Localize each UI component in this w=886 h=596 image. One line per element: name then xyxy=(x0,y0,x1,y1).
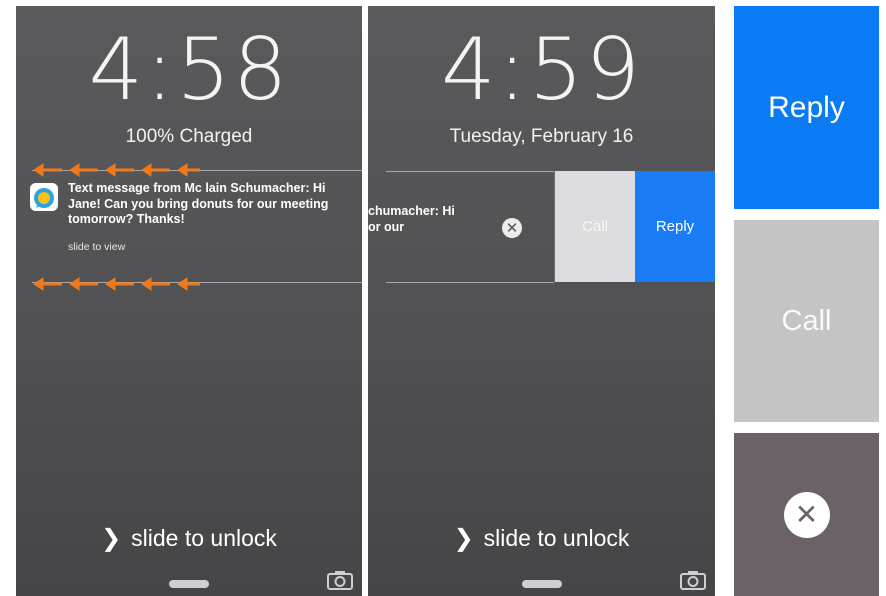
reply-button[interactable]: Reply xyxy=(635,171,715,282)
divider-top xyxy=(386,171,554,172)
camera-icon[interactable] xyxy=(679,569,707,591)
lock-screen-2: 4:59 Tuesday, February 16 chumacher: Hi … xyxy=(368,6,715,596)
chevron-right-icon: ❯ xyxy=(101,524,122,552)
dismiss-button-large[interactable]: ✕ xyxy=(734,433,879,596)
call-button[interactable]: Call xyxy=(555,171,635,282)
chevron-right-icon: ❯ xyxy=(453,524,474,552)
lock-clock: 4:58 xyxy=(88,20,290,120)
slide-to-unlock[interactable]: ❯ slide to unlock xyxy=(16,524,362,552)
battery-status: 100% Charged xyxy=(125,126,253,147)
reply-button-large[interactable]: Reply xyxy=(734,6,879,209)
dismiss-button[interactable]: ✕ xyxy=(502,218,522,238)
notification-message-partial[interactable]: chumacher: Hi or our xyxy=(368,203,455,235)
lock-screen-1: 4:58 100% Charged Text message from Mc l… xyxy=(16,6,362,596)
slide-to-unlock-label: slide to unlock xyxy=(131,525,277,551)
slide-to-unlock-label: slide to unlock xyxy=(483,525,630,551)
camera-icon[interactable] xyxy=(326,569,354,591)
slide-to-unlock[interactable]: ❯ slide to unlock xyxy=(368,524,715,552)
gesture-arrows-top xyxy=(33,163,200,177)
notification-hint: slide to view xyxy=(68,241,126,253)
close-icon: ✕ xyxy=(783,491,830,538)
divider-bottom xyxy=(386,282,554,283)
chat-app-icon[interactable] xyxy=(30,183,58,211)
call-button-large[interactable]: Call xyxy=(734,220,879,422)
notification-message[interactable]: Text message from Mc lain Schumacher: Hi… xyxy=(68,181,358,228)
home-indicator[interactable] xyxy=(169,580,209,588)
close-icon: ✕ xyxy=(505,219,519,237)
gesture-arrows-bottom xyxy=(33,277,200,291)
lock-date: Tuesday, February 16 xyxy=(449,126,634,147)
home-indicator[interactable] xyxy=(522,580,562,588)
lock-clock: 4:59 xyxy=(440,20,643,120)
